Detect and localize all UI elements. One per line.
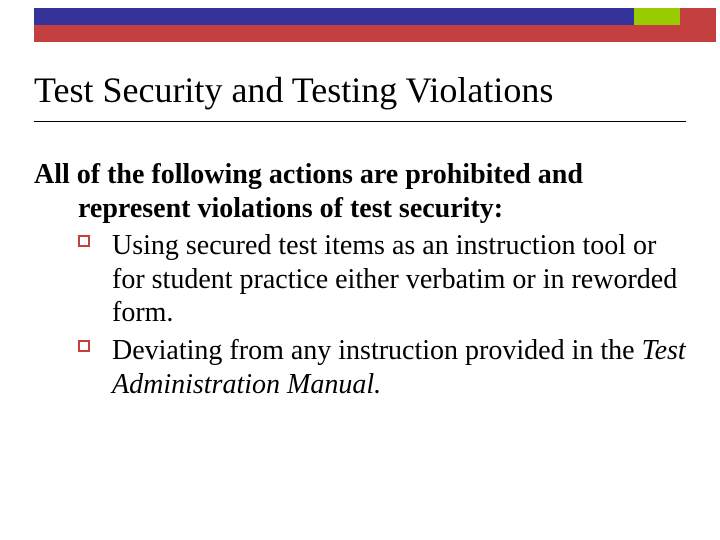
list-item: Deviating from any instruction provided … [34, 334, 686, 401]
band-segment-secondary-full [34, 25, 716, 42]
decorative-band [34, 8, 716, 42]
band-top-row [34, 8, 716, 25]
band-segment-secondary [680, 8, 716, 25]
band-bottom-row [34, 25, 716, 42]
list-item-text-prefix: Deviating from any instruction provided … [112, 335, 642, 366]
page-title: Test Security and Testing Violations [34, 70, 686, 119]
intro-text-line2: represent violations of test security: [34, 192, 686, 226]
band-segment-accent [634, 8, 680, 25]
body-content: All of the following actions are prohibi… [34, 158, 686, 405]
intro-paragraph: All of the following actions are prohibi… [34, 158, 686, 225]
slide: Test Security and Testing Violations All… [0, 0, 720, 540]
square-bullet-icon [78, 235, 90, 247]
list-item-text: Using secured test items as an instructi… [112, 230, 677, 328]
band-segment-primary [34, 8, 634, 25]
intro-text-line1: All of the following actions are prohibi… [34, 159, 583, 190]
bullet-list: Using secured test items as an instructi… [34, 229, 686, 401]
list-item: Using secured test items as an instructi… [34, 229, 686, 330]
title-area: Test Security and Testing Violations [34, 70, 686, 122]
square-bullet-icon [78, 340, 90, 352]
title-underline [34, 121, 686, 122]
